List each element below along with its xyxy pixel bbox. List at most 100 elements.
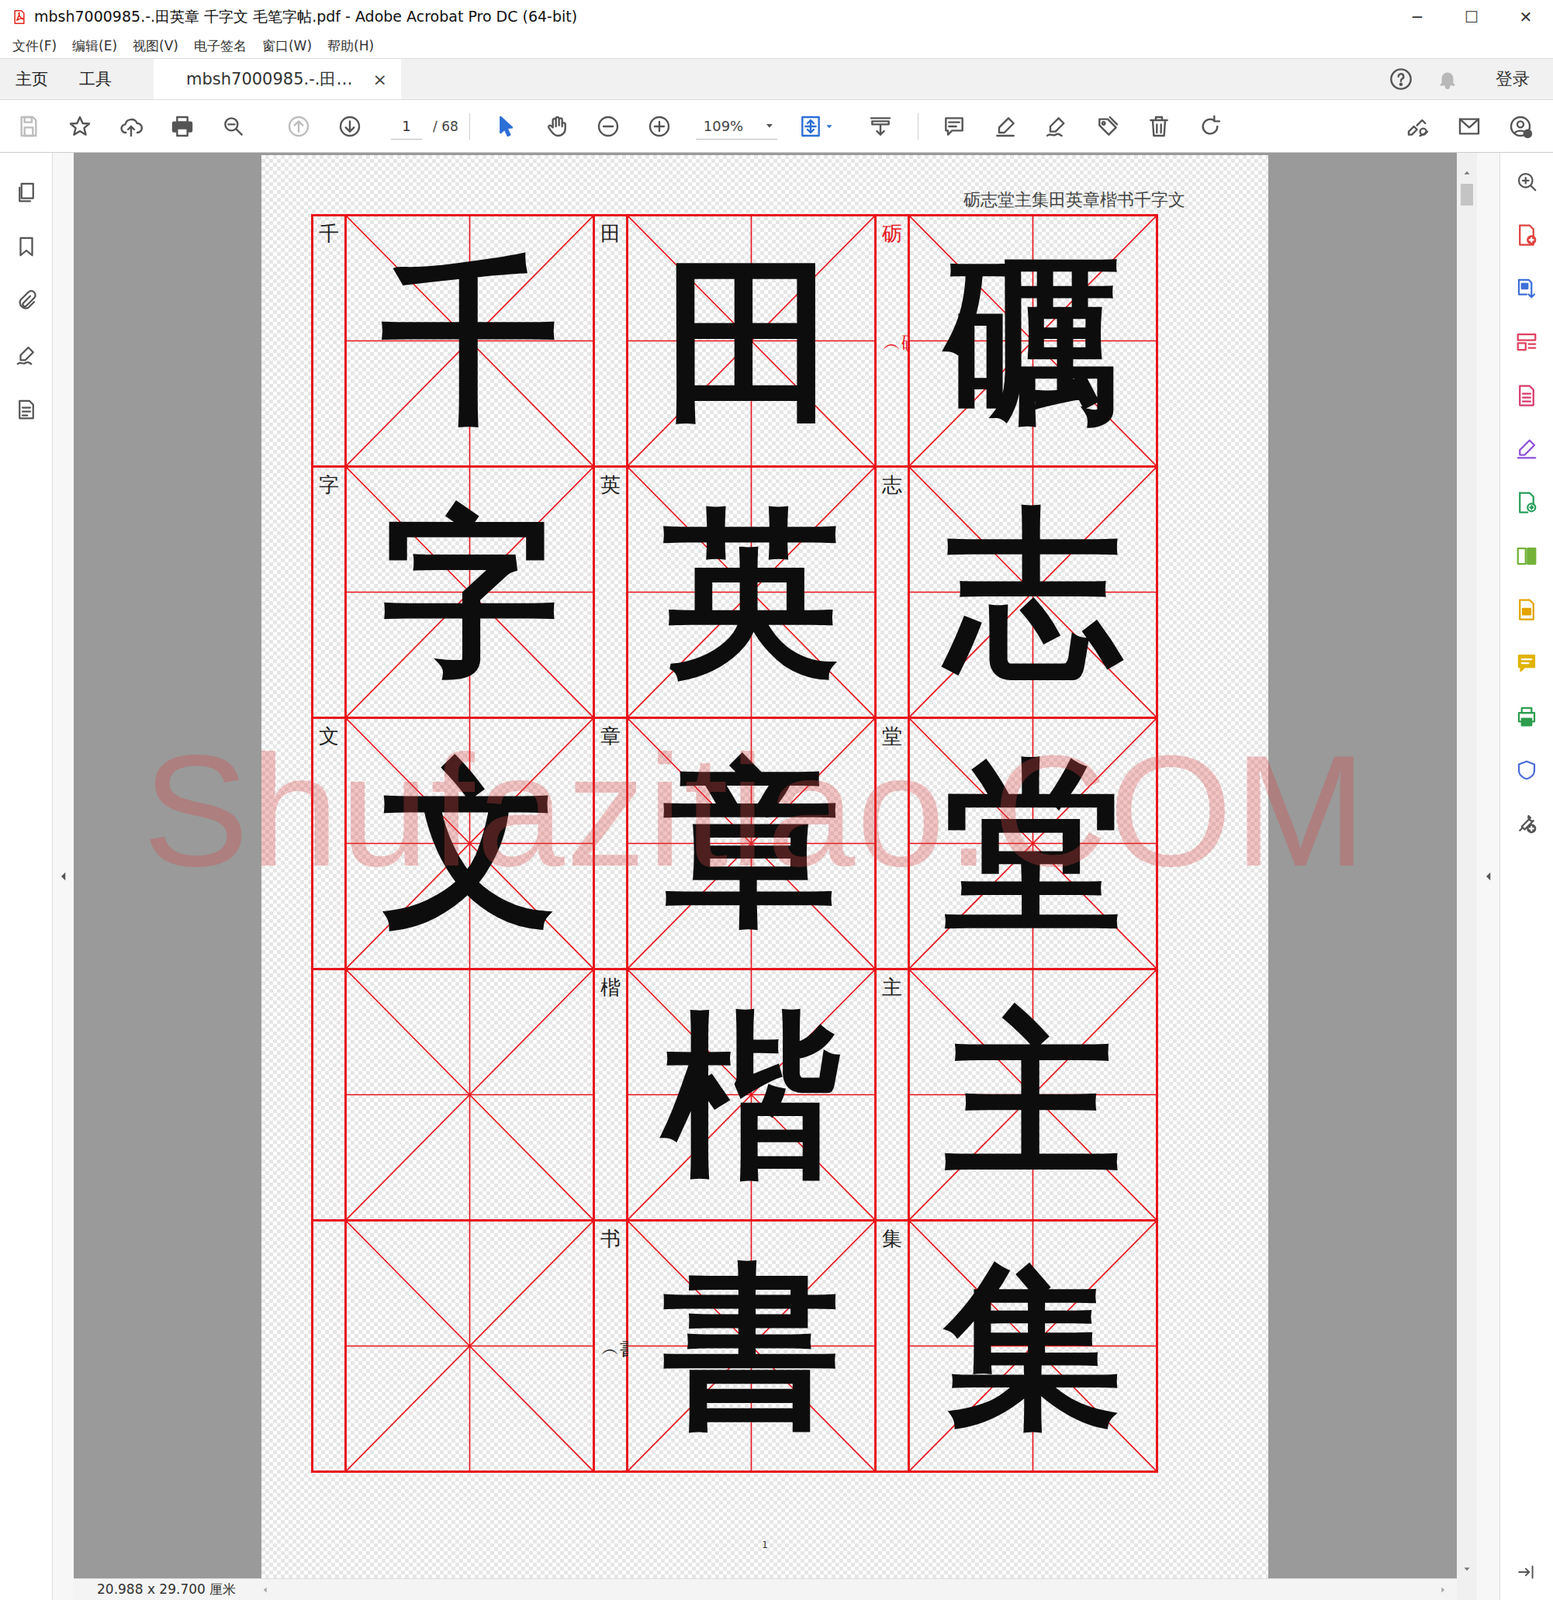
- delete-icon[interactable]: [1133, 100, 1185, 153]
- collapse-left-icon[interactable]: [56, 864, 71, 889]
- calligraphy-character: 主: [944, 1006, 1122, 1184]
- page-input[interactable]: 1: [390, 112, 422, 140]
- export-pdf-icon[interactable]: [1508, 269, 1546, 308]
- scroll-thumb[interactable]: [1460, 183, 1474, 206]
- comment-icon[interactable]: [928, 100, 980, 153]
- zoom-in-icon[interactable]: [633, 100, 685, 153]
- sign-icon[interactable]: [1030, 100, 1083, 153]
- zoom-tool-icon[interactable]: [1508, 162, 1546, 201]
- bookmarks-icon[interactable]: [7, 227, 45, 267]
- scroll-down-icon[interactable]: [1459, 1561, 1475, 1578]
- page-thumbnails-icon[interactable]: [7, 172, 45, 212]
- pdf-icon: [9, 1, 30, 33]
- login-button[interactable]: 登录: [1495, 67, 1530, 91]
- upload-icon[interactable]: [105, 100, 157, 153]
- print-icon[interactable]: [156, 100, 208, 153]
- minimize-button[interactable]: ─: [1390, 0, 1445, 34]
- find-icon[interactable]: [207, 100, 260, 153]
- workspace: 砺志堂主集田英章楷书千字文砺︵礪︶礪志志堂堂主主集集田田英英章章楷楷书︵書︶書千…: [0, 152, 1553, 1600]
- menu-item[interactable]: 文件(F): [4, 37, 65, 56]
- calligraphy-character: 礪: [944, 252, 1122, 430]
- toolbar: 1/ 68109%: [0, 100, 1553, 153]
- more-tools-icon[interactable]: [1508, 804, 1546, 844]
- fit-dropdown-icon[interactable]: [823, 118, 835, 135]
- scroll-left-icon[interactable]: [257, 1580, 274, 1600]
- signatures-icon[interactable]: [7, 335, 45, 375]
- label-strip: 砺︵礪︶: [876, 216, 908, 466]
- stamp-icon[interactable]: [1082, 100, 1134, 153]
- zoom-dropdown-icon[interactable]: [761, 117, 778, 134]
- scroll-mode-icon[interactable]: [854, 100, 907, 153]
- create-pdf-icon[interactable]: [1508, 215, 1546, 255]
- hand-tool-icon[interactable]: [531, 100, 583, 153]
- protect-icon[interactable]: [1508, 750, 1546, 790]
- collapse-right-icon[interactable]: [1481, 864, 1496, 889]
- page-size: 20.988 x 29.700 厘米: [96, 1580, 236, 1599]
- select-tool-icon[interactable]: [480, 100, 532, 153]
- vertical-scrollbar[interactable]: [1456, 152, 1477, 1600]
- next-page-icon[interactable]: [324, 100, 376, 153]
- cell-label: 文: [318, 725, 339, 748]
- cell-label: 千: [318, 222, 339, 246]
- watermark: Shufazitiao.COM: [142, 722, 1369, 899]
- maximize-button[interactable]: ☐: [1444, 0, 1499, 34]
- print-production-icon[interactable]: [1508, 697, 1546, 737]
- character-cell: 千: [346, 216, 593, 466]
- scroll-right-icon[interactable]: [1435, 1580, 1451, 1600]
- fill-sign-icon[interactable]: [1508, 429, 1546, 469]
- page-display-button[interactable]: [788, 100, 844, 153]
- zoom-out-icon[interactable]: [582, 100, 634, 153]
- document-view[interactable]: 砺志堂主集田英章楷书千字文砺︵礪︶礪志志堂堂主主集集田田英英章章楷楷书︵書︶書千…: [73, 152, 1457, 1579]
- rotate-icon[interactable]: [1184, 100, 1236, 153]
- character-cell: [346, 970, 593, 1220]
- label-strip: 章: [594, 719, 627, 969]
- bell-icon[interactable]: [1431, 58, 1464, 100]
- document-tab[interactable]: mbsh7000985.-.田…×: [153, 58, 402, 100]
- label-strip: 志: [876, 467, 908, 717]
- label-strip: 主: [876, 970, 908, 1220]
- close-tab-button[interactable]: ×: [373, 69, 388, 90]
- menu-item[interactable]: 视图(V): [124, 37, 187, 56]
- left-panel: [0, 152, 53, 1600]
- previous-page-icon[interactable]: [273, 100, 325, 153]
- mail-icon[interactable]: [1443, 100, 1495, 153]
- menu-item[interactable]: 编辑(E): [64, 37, 125, 56]
- cell-label: 主: [881, 976, 903, 1000]
- edit-pdf-icon[interactable]: [1508, 376, 1546, 416]
- document-properties-icon[interactable]: [7, 390, 45, 429]
- calligraphy-grid: 砺︵礪︶礪志志堂堂主主集集田田英英章章楷楷书︵書︶書千千字字文文: [311, 214, 1159, 1474]
- cell-label: 英: [600, 473, 621, 497]
- hide-panel-icon[interactable]: [1511, 1556, 1543, 1588]
- zoom-field[interactable]: 109%: [695, 113, 778, 140]
- calligraphy-character: 堂: [944, 755, 1122, 933]
- nav-tab[interactable]: 工具: [63, 58, 128, 100]
- comment-tool-icon[interactable]: [1508, 643, 1546, 683]
- account-icon[interactable]: [1494, 100, 1547, 153]
- character-cell: 文: [346, 719, 593, 969]
- send-signature-icon[interactable]: [1508, 483, 1546, 523]
- menu-item[interactable]: 电子签名: [186, 37, 255, 56]
- nav-tab[interactable]: 主页: [0, 58, 64, 100]
- fit-page-icon[interactable]: [797, 110, 824, 142]
- cell-label: 集: [881, 1227, 903, 1251]
- share-sign-icon[interactable]: [1392, 100, 1444, 153]
- page-number: 1: [261, 1539, 1269, 1551]
- scroll-up-icon[interactable]: [1459, 165, 1475, 181]
- organize-pages-icon[interactable]: [1508, 322, 1546, 362]
- calligraphy-character: 英: [663, 504, 841, 682]
- cell-label: 字: [318, 473, 339, 497]
- attachments-icon[interactable]: [7, 281, 45, 321]
- close-button[interactable]: ✕: [1498, 0, 1553, 34]
- compare-icon[interactable]: [1508, 536, 1546, 576]
- character-cell: [346, 1221, 593, 1471]
- menu-item[interactable]: 窗口(W): [254, 37, 320, 56]
- character-cell: 堂: [909, 719, 1156, 969]
- menu-item[interactable]: 帮助(H): [319, 37, 382, 56]
- bookmark-star-icon[interactable]: [54, 100, 106, 153]
- prepare-form-icon[interactable]: [1508, 590, 1546, 630]
- help-icon[interactable]: [1385, 58, 1417, 100]
- cell-label: 堂: [881, 725, 903, 748]
- save-icon[interactable]: [3, 100, 55, 153]
- calligraphy-character: 楷: [663, 1006, 841, 1184]
- highlight-icon[interactable]: [979, 100, 1031, 153]
